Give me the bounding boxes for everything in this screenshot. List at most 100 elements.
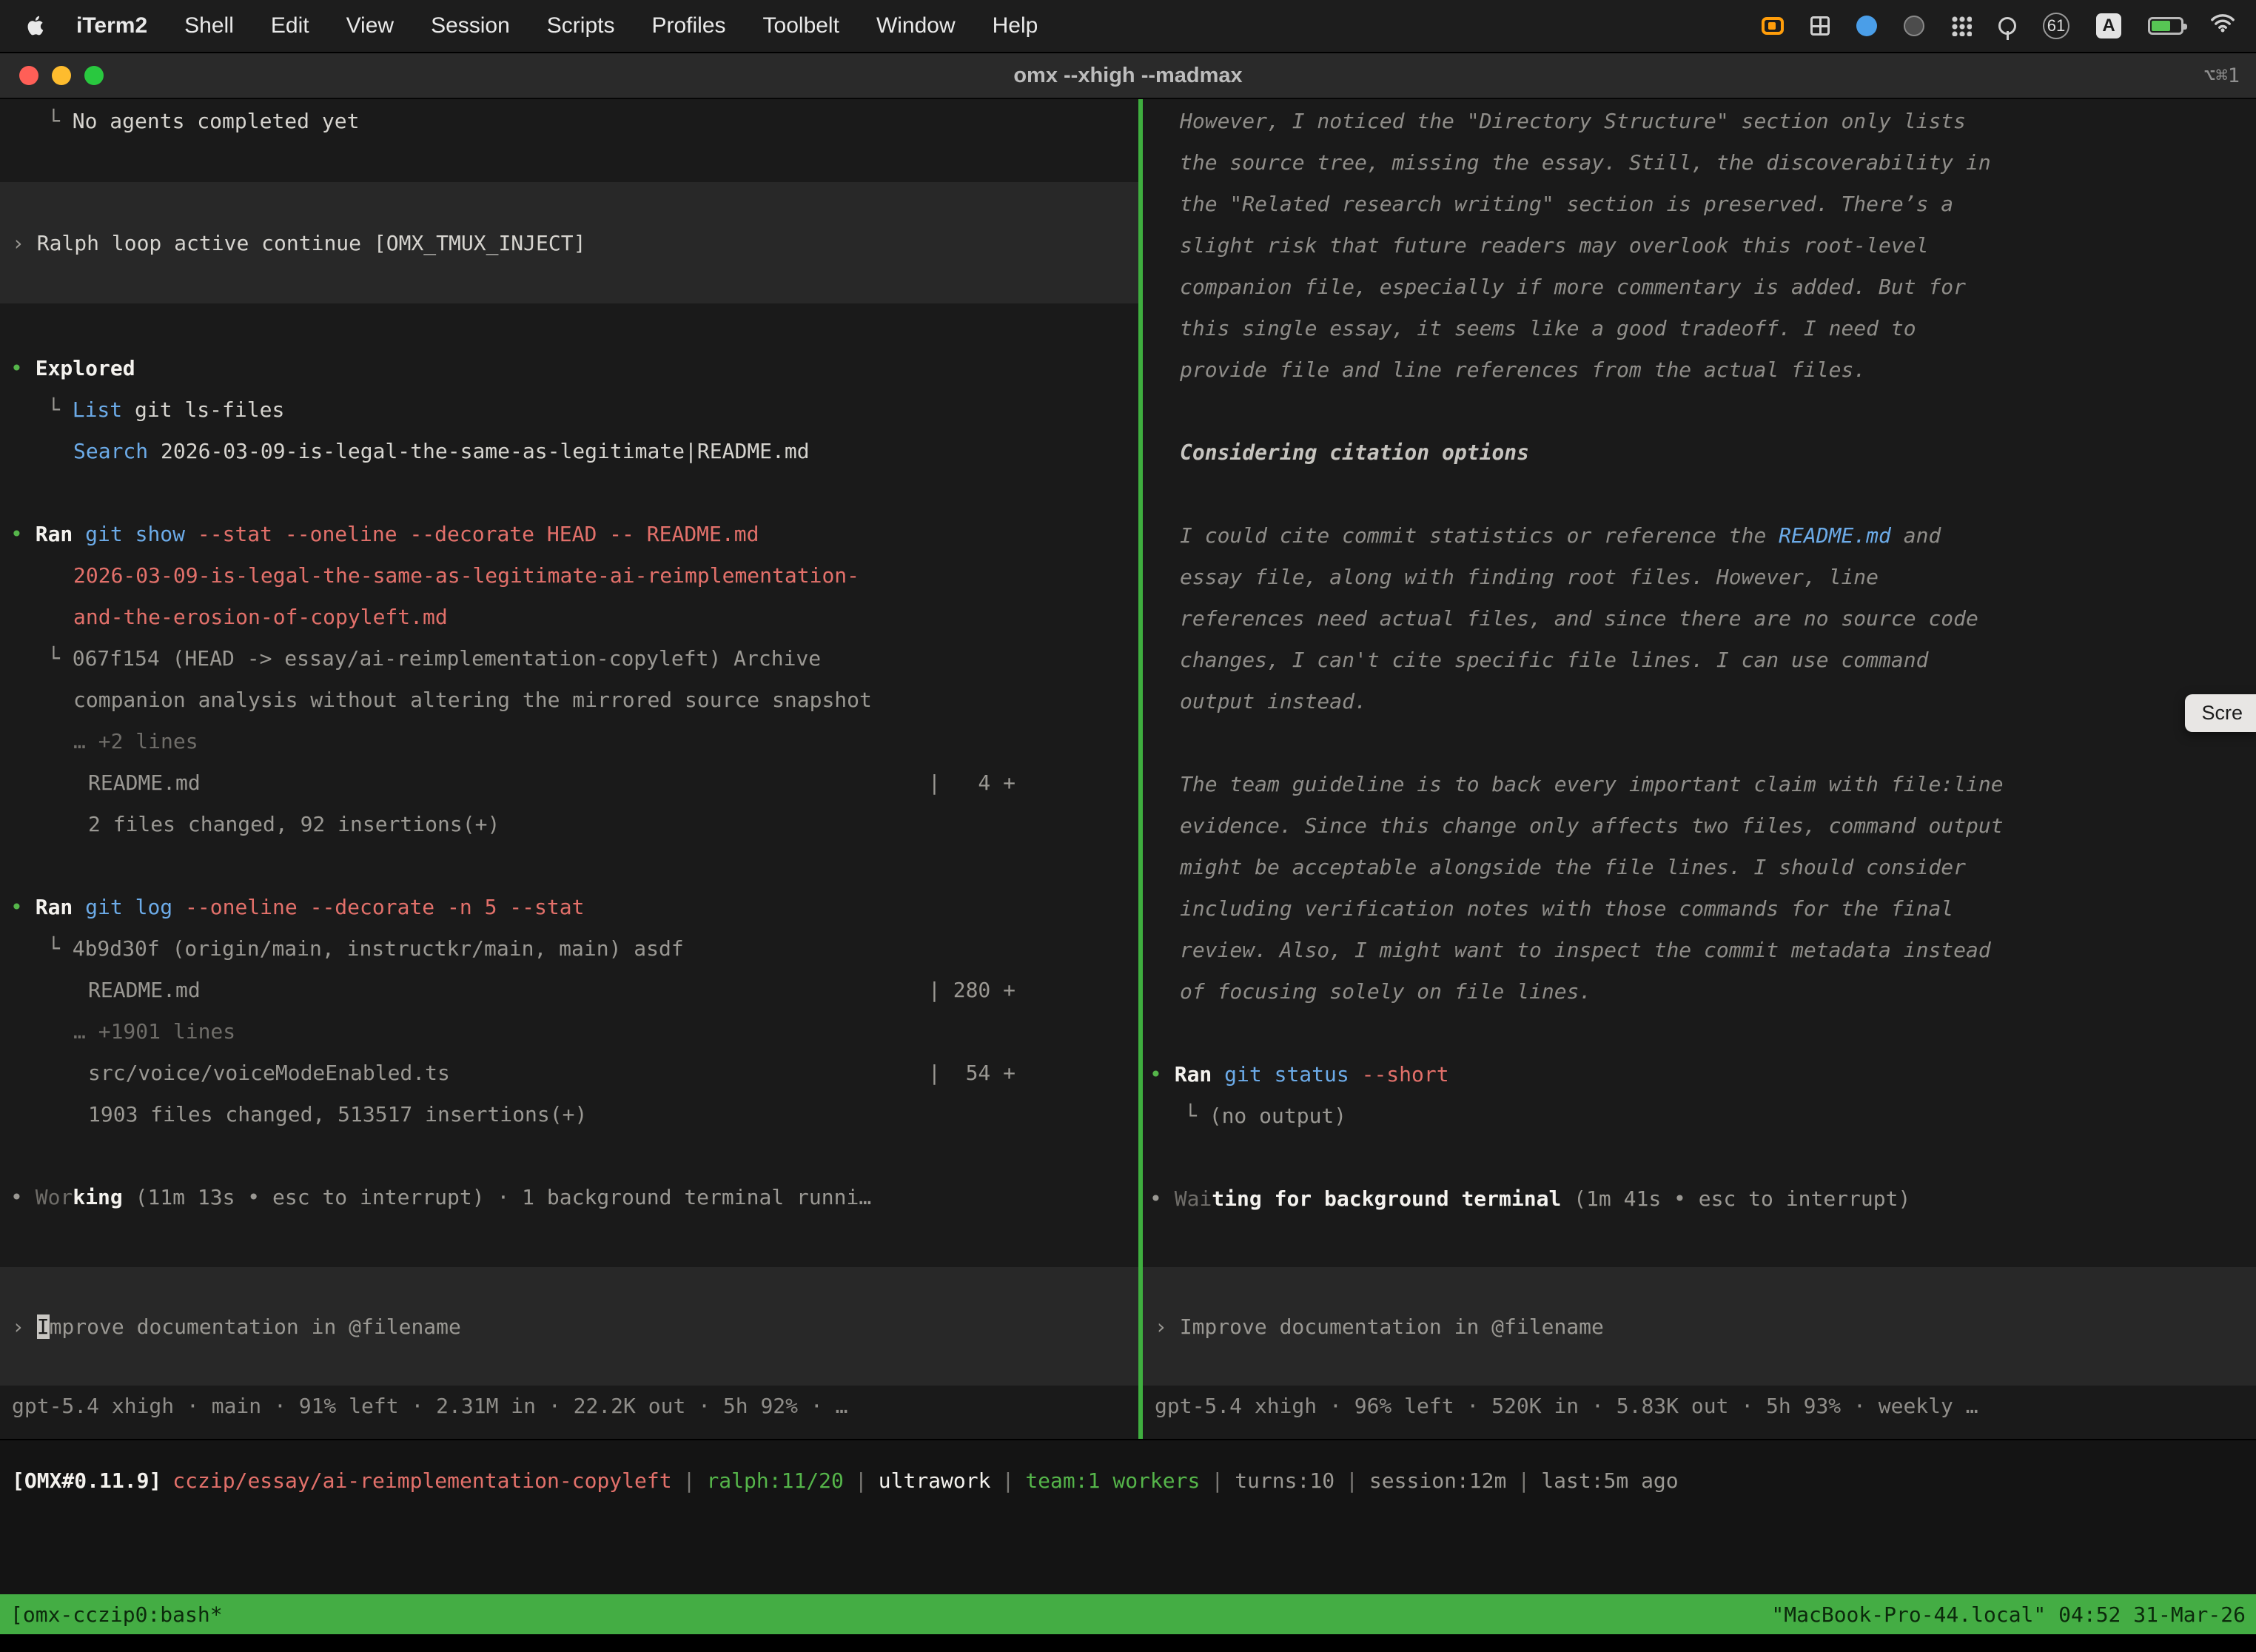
- prompt-glyph: ›: [1155, 1314, 1180, 1339]
- thinking-line: slight risk that future readers may over…: [1143, 225, 2256, 266]
- thinking-line: references need actual files, and since …: [1143, 598, 2256, 639]
- thinking-line: of focusing solely on file lines.: [1143, 971, 2256, 1013]
- tree-glyph: └: [47, 397, 73, 422]
- explored-search-line: Search 2026-03-09-is-legal-the-same-as-l…: [0, 431, 1138, 472]
- traffic-lights: [0, 66, 104, 85]
- thinking-line: output instead.: [1143, 681, 2256, 722]
- explored-header: • Explored: [0, 348, 1138, 389]
- ran-label: Ran: [36, 522, 73, 546]
- thinking-line: evidence. Since this change only affects…: [1143, 805, 2256, 847]
- menu-help[interactable]: Help: [974, 13, 1057, 38]
- tree-glyph: └: [1184, 1104, 1209, 1128]
- window-title-bar[interactable]: omx --xhigh --madmax ⌥⌘1: [0, 53, 2256, 99]
- git-status-command: git status: [1212, 1062, 1349, 1087]
- zoom-window-button[interactable]: [84, 66, 104, 85]
- apple-menu-icon[interactable]: [21, 13, 50, 39]
- omx-ralph-progress: ralph:11/20: [706, 1468, 843, 1493]
- thinking-line: The team guideline is to back every impo…: [1143, 764, 2256, 805]
- screen-notification[interactable]: Scre: [2185, 694, 2256, 732]
- menu-view[interactable]: View: [328, 13, 412, 38]
- tree-glyph: └: [47, 646, 73, 671]
- diff-stat-row: README.md| 4 +: [0, 762, 1138, 804]
- menu-iterm2[interactable]: iTerm2: [58, 13, 166, 38]
- menu-session[interactable]: Session: [412, 13, 528, 38]
- menu-toolbelt[interactable]: Toolbelt: [745, 13, 858, 38]
- bullet-glyph: •: [10, 1185, 36, 1209]
- tmux-host-clock: "MacBook-Pro-44.local" 04:52 31-Mar-26: [1771, 1602, 2246, 1627]
- list-action-args: git ls-files: [122, 397, 284, 422]
- input-source-icon[interactable]: A: [2096, 13, 2121, 38]
- bullet-glyph: •: [10, 522, 36, 546]
- tmux-session-window: [omx-cczip0:bash*: [10, 1602, 223, 1627]
- list-action-label: List: [73, 397, 122, 422]
- tree-glyph: └: [47, 936, 73, 961]
- omx-session: session:12m: [1369, 1468, 1506, 1493]
- blue-app-icon[interactable]: [1856, 16, 1877, 36]
- gap: [0, 1135, 1138, 1177]
- thinking-line: this single essay, it seems like a good …: [1143, 308, 2256, 349]
- omx-branch: cczip/essay/ai-reimplementation-copyleft: [161, 1468, 671, 1493]
- right-terminal-pane[interactable]: However, I noticed the "Directory Struct…: [1143, 99, 2256, 1439]
- ralph-banner-text: Ralph loop active continue [OMX_TMUX_INJ…: [37, 231, 586, 255]
- dark-app-icon[interactable]: [1904, 16, 1924, 36]
- gap: [1143, 1137, 2256, 1178]
- menu-shell[interactable]: Shell: [166, 13, 252, 38]
- wifi-icon[interactable]: [2210, 13, 2235, 38]
- menu-scripts[interactable]: Scripts: [528, 13, 634, 38]
- gap: [1143, 722, 2256, 764]
- menu-edit[interactable]: Edit: [252, 13, 328, 38]
- left-terminal-pane[interactable]: └ No agents completed yet › Ralph loop a…: [0, 99, 1138, 1439]
- bottom-status-area: [OMX#0.11.9]cczip/essay/ai-reimplementat…: [0, 1439, 2256, 1652]
- gap: [0, 472, 1138, 514]
- window-title: omx --xhigh --madmax: [0, 64, 2256, 88]
- close-window-button[interactable]: [19, 66, 38, 85]
- menu-bar-status-icons: 61 A: [1762, 13, 2235, 39]
- bullet-glyph: •: [1149, 1186, 1175, 1211]
- explored-list-line: └ List git ls-files: [0, 389, 1138, 431]
- git-log-args: --oneline --decorate -n 5 --stat: [172, 895, 584, 919]
- diff-stat-row: README.md| 280 +: [0, 970, 1138, 1011]
- git-status-args: --short: [1349, 1062, 1449, 1087]
- thinking-line: I could cite commit statistics or refere…: [1143, 515, 2256, 557]
- thinking-line: the "Related research writing" section i…: [1143, 184, 2256, 225]
- menu-window[interactable]: Window: [858, 13, 974, 38]
- minimize-window-button[interactable]: [52, 66, 71, 85]
- spacer: [1143, 1220, 2256, 1267]
- battery-icon[interactable]: [2148, 17, 2183, 35]
- git-log-command: git log: [73, 895, 172, 919]
- bullet-glyph: •: [10, 356, 36, 380]
- thinking-line: companion file, especially if more comme…: [1143, 266, 2256, 308]
- screen-recording-indicator-icon[interactable]: [1762, 17, 1784, 35]
- omx-last: last:5m ago: [1541, 1468, 1678, 1493]
- omx-team: team:1 workers: [1025, 1468, 1200, 1493]
- key-icon[interactable]: [1998, 17, 2016, 35]
- input-placeholder-text: mprove documentation in @filename: [50, 1314, 461, 1339]
- gap: [0, 845, 1138, 887]
- menu-profiles[interactable]: Profiles: [633, 13, 744, 38]
- left-prompt-input[interactable]: › Improve documentation in @filename: [0, 1267, 1138, 1386]
- working-status-line: • Working (11m 13s • esc to interrupt) ·…: [0, 1177, 1138, 1218]
- dots-grid-icon[interactable]: [1951, 16, 1972, 36]
- desktop: iTerm2 Shell Edit View Session Scripts P…: [0, 0, 2256, 1652]
- prompt-glyph: ›: [12, 1314, 37, 1339]
- gap: [0, 142, 1138, 182]
- more-lines-indicator: … +2 lines: [0, 721, 1138, 762]
- explored-title: Explored: [36, 356, 135, 380]
- gap: [1143, 391, 2256, 432]
- git-show-output-line: companion analysis without altering the …: [0, 679, 1138, 721]
- command-wrap-line: and-the-erosion-of-copyleft.md: [0, 597, 1138, 638]
- text-cursor: I: [37, 1314, 50, 1339]
- stats-badge[interactable]: 61: [2043, 13, 2069, 39]
- omx-mode: ultrawork: [879, 1468, 991, 1493]
- bottom-gap: [0, 1634, 2256, 1652]
- right-prompt-input[interactable]: › Improve documentation in @filename: [1143, 1267, 2256, 1386]
- window-grid-icon[interactable]: [1810, 16, 1830, 36]
- command-wrap-line: 2026-03-09-is-legal-the-same-as-legitima…: [0, 555, 1138, 597]
- diff-stat-row: src/voice/voiceModeEnabled.ts| 54 +: [0, 1052, 1138, 1094]
- readme-link[interactable]: README.md: [1779, 523, 1891, 548]
- ran-git-log-header: • Ran git log --oneline --decorate -n 5 …: [0, 887, 1138, 928]
- prompt-glyph: ›: [12, 231, 37, 255]
- git-log-output-line: └ 4b9d30f (origin/main, instructkr/main,…: [0, 928, 1138, 970]
- gap: [1143, 1013, 2256, 1054]
- thinking-line: However, I noticed the "Directory Struct…: [1143, 101, 2256, 142]
